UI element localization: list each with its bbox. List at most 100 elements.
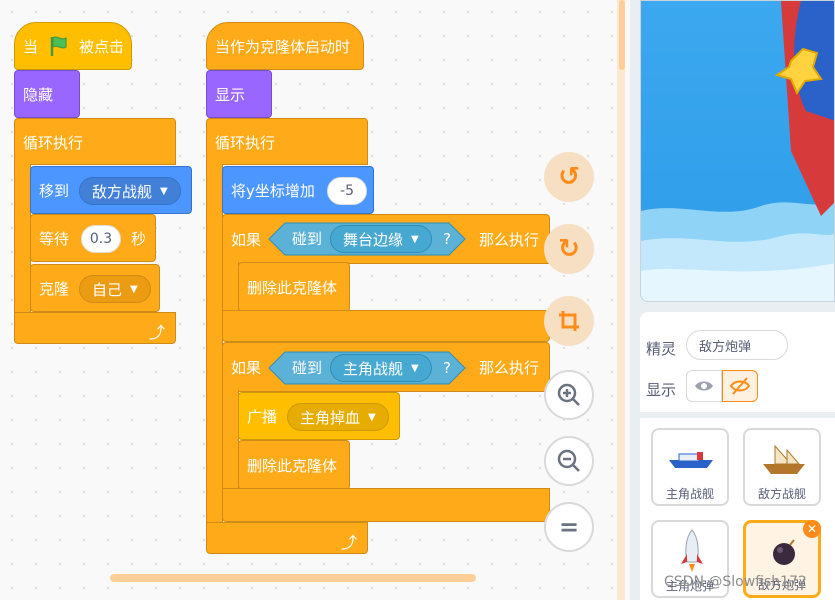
enemy-ship-icon — [763, 444, 805, 474]
forever-block[interactable]: 循环执行 — [14, 118, 176, 165]
stage-scene — [641, 1, 834, 301]
forever-arm — [14, 164, 31, 314]
change-y-label: 将y坐标增加 — [231, 182, 315, 200]
sprite-list: 主角战舰 敌方战舰 主角炮弹 敌方炮弹 ✕ — [640, 418, 835, 600]
forever-arm-2 — [206, 164, 223, 524]
touching-label-2: 碰到 — [292, 359, 323, 377]
touching-label-1: 碰到 — [292, 230, 323, 248]
when-label: 当 — [23, 38, 39, 56]
if-label-1: 如果 — [231, 231, 262, 249]
show-label: 显示 — [646, 381, 677, 399]
clone-label: 克隆 — [39, 280, 70, 298]
redo-icon: ↻ — [558, 234, 580, 264]
sprite-card[interactable]: 主角战舰 — [651, 428, 729, 506]
if-arm-2 — [222, 390, 239, 492]
show-label: 显示 — [215, 86, 246, 104]
chevron-down-icon: ▼ — [130, 283, 138, 295]
rocket-icon — [681, 529, 703, 572]
clone-target-dropdown[interactable]: 自己 ▼ — [79, 275, 151, 303]
equals-icon: = — [558, 513, 580, 541]
when-clone-starts-block[interactable]: 当作为克隆体启动时 — [206, 22, 364, 70]
when-flag-clicked-block[interactable]: 当 被点击 — [14, 22, 132, 70]
battleship-icon — [669, 452, 713, 468]
wait-unit-label: 秒 — [131, 230, 147, 248]
change-y-input[interactable]: -5 — [327, 177, 367, 205]
undo-button[interactable]: ↺ — [544, 152, 594, 202]
close-icon: ✕ — [806, 522, 818, 536]
sprite-info-panel: 精灵 敌方炮弹 显示 — [640, 312, 835, 412]
chevron-down-icon: ▼ — [411, 362, 419, 374]
create-clone-block[interactable]: 克隆 自己 ▼ — [30, 264, 160, 312]
clone-start-label: 当作为克隆体启动时 — [215, 38, 351, 56]
broadcast-block[interactable]: 广播 主角掉血 ▼ — [238, 392, 400, 440]
eye-slash-icon — [729, 377, 751, 395]
change-y-block[interactable]: 将y坐标增加 -5 — [222, 166, 374, 214]
horizontal-scrollbar[interactable] — [110, 574, 476, 582]
wait-label: 等待 — [39, 230, 70, 248]
touching-target-dropdown-1[interactable]: 舞台边缘 ▼ — [330, 225, 432, 253]
broadcast-message-text: 主角掉血 — [300, 408, 361, 427]
if-label-2: 如果 — [231, 359, 262, 377]
sprite-label: 精灵 — [646, 340, 677, 358]
zoom-reset-button[interactable]: = — [544, 502, 594, 552]
chevron-down-icon: ▼ — [368, 411, 376, 423]
show-visible-button[interactable] — [686, 370, 722, 402]
clone-target-text: 自己 — [92, 280, 123, 299]
vertical-scroll-track — [617, 0, 625, 600]
green-flag-icon[interactable] — [49, 35, 69, 61]
eye-icon — [695, 381, 713, 391]
show-hidden-button[interactable] — [722, 370, 758, 402]
forever-bottom: ⤴ — [14, 312, 176, 344]
undo-icon: ↺ — [558, 162, 580, 192]
delete-clone-block-2[interactable]: 删除此克隆体 — [238, 440, 350, 490]
hide-block[interactable]: 隐藏 — [14, 70, 80, 118]
sprite-name: 主角战舰 — [665, 487, 714, 501]
touching-target-text-2: 主角战舰 — [343, 359, 404, 378]
delete-clone-label-2: 删除此克隆体 — [247, 457, 338, 475]
hide-label: 隐藏 — [23, 86, 54, 104]
loop-arrow-icon: ⤴ — [340, 533, 357, 552]
if-bottom-2 — [222, 488, 550, 522]
sprite-card[interactable]: 敌方战舰 — [743, 428, 821, 506]
crop-icon — [559, 311, 579, 331]
zoom-in-button[interactable] — [544, 370, 594, 420]
chevron-down-icon: ▼ — [411, 233, 419, 245]
then-label-2: 那么执行 — [479, 359, 540, 377]
sprite-name: 敌方战舰 — [757, 487, 806, 501]
goto-target-dropdown[interactable]: 敌方战舰 ▼ — [79, 177, 181, 205]
chevron-down-icon: ▼ — [160, 185, 168, 197]
clicked-label: 被点击 — [79, 38, 125, 56]
then-label-1: 那么执行 — [479, 231, 540, 249]
zoom-out-icon — [557, 449, 580, 472]
delete-clone-block-1[interactable]: 删除此克隆体 — [238, 262, 350, 312]
stage[interactable] — [640, 0, 835, 302]
goto-block[interactable]: 移到 敌方战舰 ▼ — [30, 166, 192, 214]
vertical-scrollbar[interactable] — [619, 0, 625, 70]
broadcast-message-dropdown[interactable]: 主角掉血 ▼ — [287, 403, 389, 431]
goto-target-text: 敌方战舰 — [92, 182, 153, 201]
bomb-icon — [773, 539, 795, 565]
question-mark-2: ? — [443, 359, 451, 377]
delete-sprite-button[interactable]: ✕ — [803, 520, 821, 538]
redo-button[interactable]: ↻ — [544, 224, 594, 274]
show-block[interactable]: 显示 — [206, 70, 272, 118]
delete-clone-label-1: 删除此克隆体 — [247, 279, 338, 297]
touching-target-text-1: 舞台边缘 — [343, 230, 404, 249]
question-mark-1: ? — [443, 230, 451, 248]
wait-block[interactable]: 等待 0.3 秒 — [30, 214, 156, 262]
goto-label: 移到 — [39, 182, 70, 200]
touching-target-dropdown-2[interactable]: 主角战舰 ▼ — [330, 354, 432, 382]
zoom-in-icon — [557, 383, 580, 406]
forever-label-2: 循环执行 — [215, 134, 276, 152]
crop-button[interactable] — [544, 296, 594, 346]
zoom-out-button[interactable] — [544, 436, 594, 486]
forever-label: 循环执行 — [23, 134, 84, 152]
if-bottom-1 — [222, 310, 550, 342]
wait-seconds-input[interactable]: 0.3 — [81, 225, 121, 253]
broadcast-label: 广播 — [247, 408, 278, 426]
if-arm-1 — [222, 262, 239, 314]
loop-arrow-icon: ⤴ — [148, 323, 165, 342]
sprite-name-input[interactable]: 敌方炮弹 — [686, 330, 788, 360]
watermark: CSDN @Slowfish172 — [664, 574, 807, 590]
forever-block-2[interactable]: 循环执行 — [206, 118, 368, 165]
